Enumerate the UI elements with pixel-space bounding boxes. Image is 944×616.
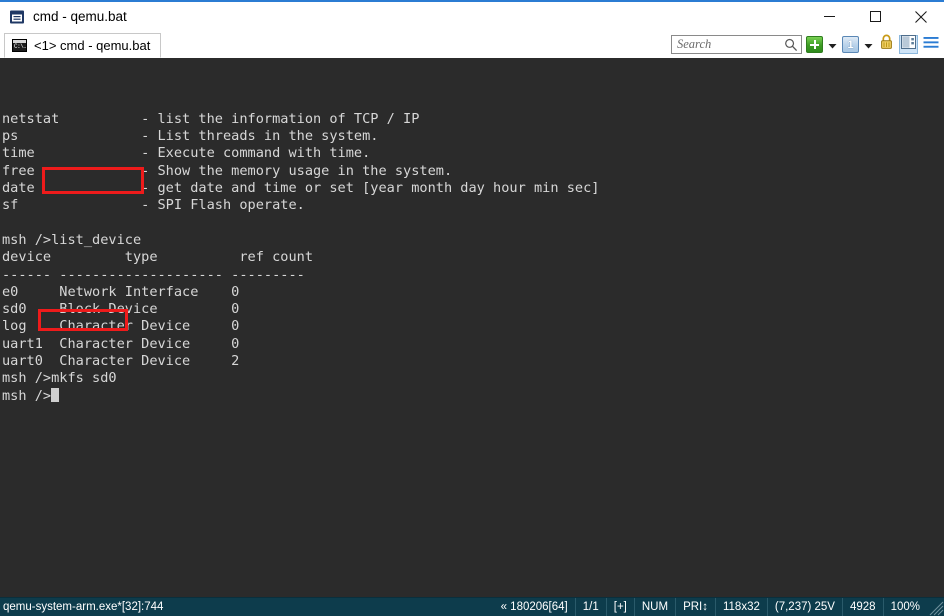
console-icon-text: C:\. bbox=[14, 43, 26, 51]
new-console-dropdown[interactable] bbox=[827, 35, 838, 54]
terminal-line: ps - List threads in the system. bbox=[2, 128, 944, 145]
terminal-line: netstat - list the information of TCP / … bbox=[2, 111, 944, 128]
hamburger-menu-icon bbox=[923, 36, 939, 54]
maximize-button[interactable] bbox=[852, 2, 898, 31]
terminal-line: time - Execute command with time. bbox=[2, 145, 944, 162]
terminal-line: date - get date and time or set [year mo… bbox=[2, 180, 944, 197]
terminal-line: msh /> bbox=[2, 388, 944, 405]
status-memory[interactable]: 4928 bbox=[842, 598, 883, 616]
status-build[interactable]: « 180206[64] bbox=[494, 598, 575, 616]
console-app-icon bbox=[9, 9, 25, 25]
console-number-icon: 1 bbox=[842, 36, 859, 53]
window-controls bbox=[806, 2, 944, 31]
status-console-size[interactable]: 118x32 bbox=[715, 598, 767, 616]
window-title: cmd - qemu.bat bbox=[33, 9, 127, 25]
terminal-line: sd0 Block Device 0 bbox=[2, 301, 944, 318]
terminal-line: msh />list_device bbox=[2, 232, 944, 249]
terminal-screen[interactable]: netstat - list the information of TCP / … bbox=[0, 58, 944, 597]
terminal-line: ------ -------------------- --------- bbox=[2, 267, 944, 284]
terminal-cursor bbox=[51, 388, 59, 402]
lock-icon bbox=[879, 34, 894, 55]
terminal-line: sf - SPI Flash operate. bbox=[2, 197, 944, 214]
status-priority[interactable]: PRI↕ bbox=[675, 598, 715, 616]
terminal-line: log Character Device 0 bbox=[2, 318, 944, 335]
search-magnifier-icon[interactable] bbox=[784, 38, 798, 52]
active-console-dropdown[interactable] bbox=[863, 35, 874, 54]
green-plus-icon bbox=[806, 36, 823, 53]
conemu-window: cmd - qemu.bat C:\. <1> cmd - qemu.bat bbox=[0, 0, 944, 616]
terminal-line: uart0 Character Device 2 bbox=[2, 353, 944, 370]
console-icon: C:\. bbox=[12, 39, 27, 52]
status-bar: qemu-system-arm.exe*[32]:744 « 180206[64… bbox=[0, 597, 944, 616]
status-process: qemu-system-arm.exe*[32]:744 bbox=[0, 601, 163, 613]
title-bar[interactable]: cmd - qemu.bat bbox=[0, 2, 944, 31]
status-segments: « 180206[64]1/1[+]NUMPRI↕118x32(7,237) 2… bbox=[494, 598, 944, 616]
minimize-button[interactable] bbox=[806, 2, 852, 31]
terminal-line: msh />mkfs sd0 bbox=[2, 370, 944, 387]
resize-grip[interactable] bbox=[927, 598, 944, 616]
search-input[interactable] bbox=[672, 36, 787, 53]
terminal-line bbox=[2, 215, 944, 232]
status-expand[interactable]: [+] bbox=[606, 598, 634, 616]
split-pane-button[interactable] bbox=[899, 35, 918, 54]
status-page[interactable]: 1/1 bbox=[575, 598, 606, 616]
close-button[interactable] bbox=[898, 2, 944, 31]
chevron-down-icon bbox=[828, 36, 837, 54]
terminal-line: free - Show the memory usage in the syst… bbox=[2, 163, 944, 180]
terminal-line: device type ref count bbox=[2, 249, 944, 266]
toolbar: 1 bbox=[671, 33, 940, 56]
terminal-line: uart1 Character Device 0 bbox=[2, 336, 944, 353]
tab-label: <1> cmd - qemu.bat bbox=[34, 38, 150, 53]
new-console-button[interactable] bbox=[805, 35, 824, 54]
tab-strip: C:\. <1> cmd - qemu.bat bbox=[0, 31, 944, 58]
status-num-lock[interactable]: NUM bbox=[634, 598, 675, 616]
main-menu-button[interactable] bbox=[921, 35, 940, 54]
chevron-down-icon bbox=[864, 36, 873, 54]
active-console-button[interactable]: 1 bbox=[841, 35, 860, 54]
lock-button[interactable] bbox=[877, 35, 896, 54]
terminal-line: e0 Network Interface 0 bbox=[2, 284, 944, 301]
tab-console-1[interactable]: C:\. <1> cmd - qemu.bat bbox=[4, 33, 161, 58]
status-zoom[interactable]: 100% bbox=[883, 598, 927, 616]
status-cursor-position[interactable]: (7,237) 25V bbox=[767, 598, 842, 616]
search-box[interactable] bbox=[671, 35, 802, 54]
split-pane-icon bbox=[901, 35, 916, 54]
title-bar-left: cmd - qemu.bat bbox=[0, 9, 127, 25]
